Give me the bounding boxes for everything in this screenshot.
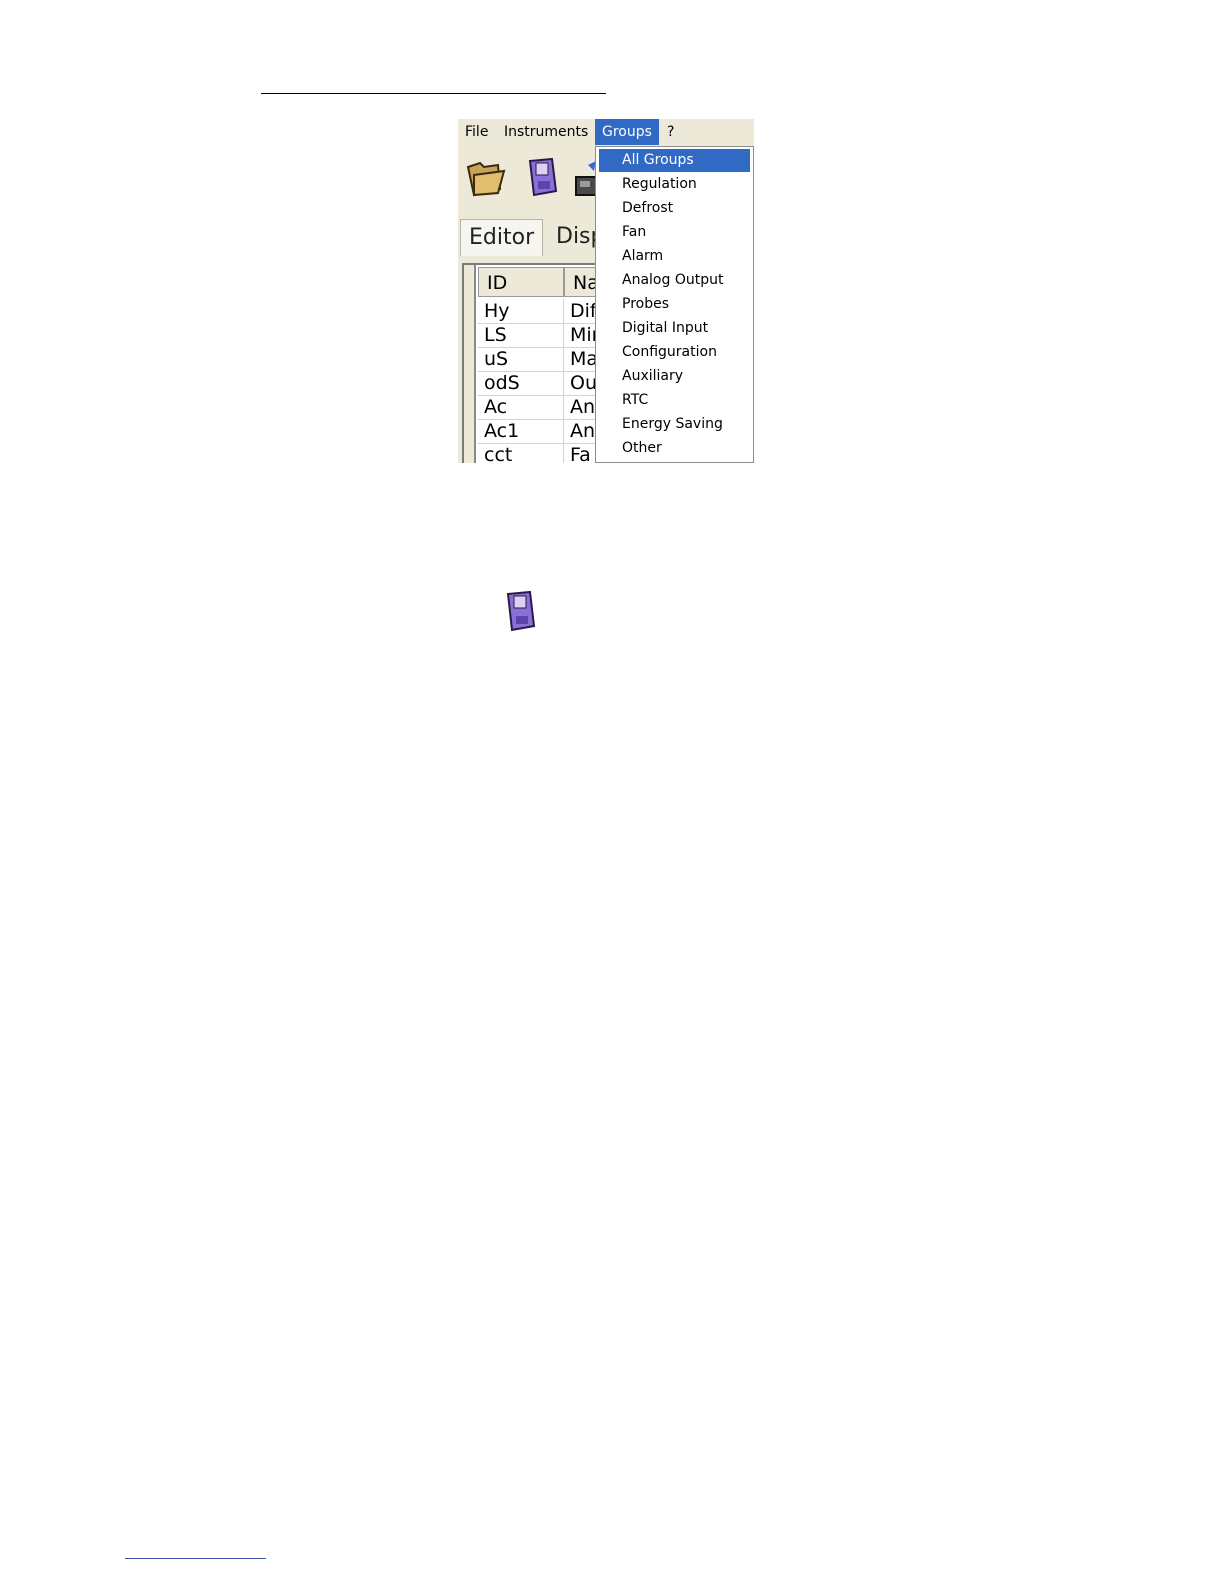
cell-id: Ac	[478, 395, 564, 419]
tab-editor[interactable]: Editor	[460, 219, 544, 256]
menu-bar: File Instruments Groups ?	[458, 119, 754, 145]
menu-instruments[interactable]: Instruments	[497, 119, 595, 145]
cell-id: Hy	[478, 299, 564, 323]
menu-item-defrost[interactable]: Defrost	[599, 197, 750, 220]
footnote-rule	[125, 1558, 266, 1559]
menu-item-auxiliary[interactable]: Auxiliary	[599, 365, 750, 388]
menu-item-digital-input[interactable]: Digital Input	[599, 317, 750, 340]
header-rule	[261, 93, 606, 94]
menu-item-probes[interactable]: Probes	[599, 293, 750, 316]
cell-id: odS	[478, 371, 564, 395]
menu-item-configuration[interactable]: Configuration	[599, 341, 750, 364]
menu-item-all-groups[interactable]: All Groups	[599, 149, 750, 172]
cell-id: uS	[478, 347, 564, 371]
menu-item-other[interactable]: Other	[599, 437, 750, 460]
menu-item-energy-saving[interactable]: Energy Saving	[599, 413, 750, 436]
save-disk-icon[interactable]	[526, 157, 560, 203]
column-header-id[interactable]: ID	[478, 267, 564, 297]
menu-item-analog-output[interactable]: Analog Output	[599, 269, 750, 292]
grid-row-gutter	[464, 265, 476, 463]
groups-dropdown-menu: All Groups Regulation Defrost Fan Alarm …	[595, 146, 754, 463]
cell-id: cct	[478, 443, 564, 463]
save-disk-icon	[504, 590, 538, 638]
menu-item-alarm[interactable]: Alarm	[599, 245, 750, 268]
menu-item-rtc[interactable]: RTC	[599, 389, 750, 412]
cell-id: Ac1	[478, 419, 564, 443]
open-folder-icon[interactable]	[464, 155, 508, 203]
menu-item-regulation[interactable]: Regulation	[599, 173, 750, 196]
menu-item-fan[interactable]: Fan	[599, 221, 750, 244]
menu-file[interactable]: File	[458, 119, 495, 145]
menu-groups[interactable]: Groups	[595, 119, 659, 145]
menu-help[interactable]: ?	[660, 119, 681, 145]
cell-id: LS	[478, 323, 564, 347]
